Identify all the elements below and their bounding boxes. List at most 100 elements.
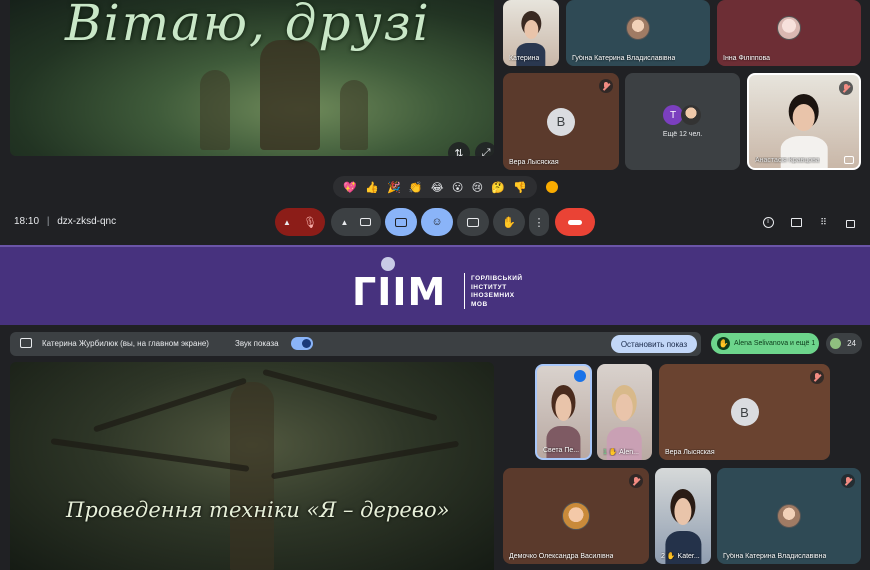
avatar bbox=[562, 502, 590, 530]
hand-count: 1 bbox=[603, 449, 607, 456]
participant-name: 2 ✋ Kater... bbox=[661, 552, 700, 560]
participant-name: Губіна Катерина Владиславівна bbox=[572, 55, 676, 62]
activities-icon[interactable]: ⠿ bbox=[815, 214, 831, 230]
chevron-up-icon[interactable]: ▲ bbox=[341, 218, 349, 227]
fullscreen-icon[interactable]: ⤢ bbox=[475, 142, 494, 156]
participant-tile[interactable]: В Вера Лысяская bbox=[659, 364, 830, 460]
more-vert-icon: ⋮ bbox=[533, 216, 545, 229]
tree-branch bbox=[270, 440, 460, 480]
participant-tile[interactable]: 1 ✋ Alen... bbox=[597, 364, 652, 460]
presenting-label: Катерина Журбилюк (вы, на главном экране… bbox=[42, 339, 209, 348]
stop-sharing-button[interactable]: Остановить показ bbox=[611, 335, 697, 353]
participant-tile[interactable]: Демочко Олександра Василівна bbox=[503, 468, 649, 564]
mic-off-icon bbox=[841, 474, 855, 488]
institute-name-line: ІНОЗЕМНИХ bbox=[471, 292, 515, 299]
info-icon[interactable]: i bbox=[760, 214, 776, 230]
raise-hand-button[interactable]: ✋ bbox=[493, 208, 525, 236]
mic-off-icon bbox=[810, 370, 824, 384]
participant-name: Інна Філіппова bbox=[723, 55, 771, 62]
party-reaction[interactable]: 🎉 bbox=[387, 181, 401, 194]
participant-name-text: Kater... bbox=[677, 553, 700, 560]
tree-trunk bbox=[230, 382, 274, 570]
surprised-reaction[interactable]: 😮 bbox=[452, 181, 463, 194]
tree-trunk bbox=[260, 40, 320, 150]
participant-name: Демочко Олександра Василівна bbox=[509, 553, 614, 560]
participant-tile[interactable]: В Вера Лысяская bbox=[503, 73, 619, 170]
avatar: T bbox=[663, 105, 683, 125]
more-options-button[interactable]: ⋮ bbox=[529, 208, 549, 236]
reactions-bar: 💖 👍 🎉 👏 😂 😮 😢 🤔 👎 bbox=[333, 176, 537, 198]
mic-toggle-button[interactable]: ▲ 🎙 bbox=[275, 208, 325, 236]
logo-divider bbox=[464, 273, 465, 309]
avatar bbox=[777, 504, 801, 528]
screen-icon bbox=[844, 156, 854, 164]
participant-count: 24 bbox=[847, 339, 856, 348]
thinking-reaction[interactable]: 🤔 bbox=[491, 181, 505, 194]
tree-branch bbox=[50, 438, 250, 472]
avatar bbox=[626, 15, 650, 40]
participant-tile[interactable]: Губіна Катерина Владиславівна bbox=[566, 0, 710, 66]
presentation-slide-top: Вітаю, друзі ⇅ ⤢ bbox=[10, 0, 494, 156]
participant-name: Катерина bbox=[509, 55, 540, 62]
heart-reaction[interactable]: 💖 bbox=[343, 181, 357, 194]
thumbs-up-reaction[interactable]: 👍 bbox=[365, 181, 379, 194]
institute-name: ГОРЛІВСЬКИЙ ІНСТИТУТ ІНОЗЕМНИХ МОВ bbox=[471, 275, 523, 309]
globe-icon bbox=[381, 257, 395, 271]
participant-tile[interactable]: Света Пе... bbox=[535, 364, 592, 460]
participant-name: Вера Лысяская bbox=[665, 449, 715, 456]
institute-name-line: ІНСТИТУТ bbox=[471, 283, 507, 291]
avatar: В bbox=[730, 398, 759, 426]
participant-name: Анастасія Кравцова bbox=[755, 157, 820, 164]
participant-name: Губіна Катерина Владиславівна bbox=[723, 553, 827, 560]
sad-reaction[interactable]: 😢 bbox=[472, 181, 483, 194]
participant-tile[interactable]: Анастасія Кравцова bbox=[747, 73, 861, 170]
hand-count: 2 bbox=[661, 553, 665, 560]
mic-off-icon bbox=[839, 81, 853, 95]
hand-icon: ✋ bbox=[608, 449, 618, 456]
reactions-button[interactable]: ☺ bbox=[421, 208, 453, 236]
participant-tile[interactable]: 2 ✋ Kater... bbox=[655, 468, 711, 564]
participant-tile[interactable]: Інна Філіппова bbox=[717, 0, 861, 66]
host-controls-icon[interactable] bbox=[842, 214, 858, 230]
participant-tile[interactable]: Губіна Катерина Владиславівна bbox=[717, 468, 861, 564]
tree-trunk bbox=[340, 80, 368, 150]
share-sound-toggle[interactable] bbox=[291, 337, 313, 350]
skin-tone-picker[interactable] bbox=[546, 181, 558, 193]
hand-icon: ✋ bbox=[502, 216, 516, 229]
more-participants-tile[interactable]: T Ещё 12 чел. bbox=[625, 73, 740, 170]
avatar bbox=[681, 105, 701, 125]
meeting-info: 18:10 | dzx-zksd-qnc bbox=[14, 216, 117, 227]
participant-name: Вера Лысяская bbox=[509, 159, 559, 166]
raised-hands-label: Alena Selivanova и ещё 1 bbox=[734, 340, 816, 347]
avatar: В bbox=[547, 107, 575, 136]
pin-icon[interactable]: ⇅ bbox=[448, 142, 470, 156]
camera-icon bbox=[360, 218, 372, 226]
presentation-slide-bottom: Проведення техніки «Я – дерево» bbox=[10, 362, 494, 570]
institute-name-line: ГОРЛІВСЬКИЙ bbox=[471, 275, 523, 282]
participants-button[interactable]: 24 bbox=[826, 333, 862, 354]
institute-name-line: МОВ bbox=[471, 300, 488, 308]
leave-call-button[interactable] bbox=[555, 208, 595, 236]
camera-toggle-button[interactable]: ▲ bbox=[331, 208, 381, 236]
clock-time: 18:10 bbox=[14, 216, 40, 227]
present-screen-button[interactable] bbox=[385, 208, 417, 236]
share-sound-label: Звук показа bbox=[235, 339, 279, 348]
raised-hands-chip[interactable]: ✋ Alena Selivanova и ещё 1 bbox=[711, 333, 819, 354]
participant-tile[interactable]: Катерина bbox=[503, 0, 559, 66]
institute-logo: ГІІМ bbox=[352, 270, 447, 314]
captions-button[interactable] bbox=[457, 208, 489, 236]
hand-icon: ✋ bbox=[666, 553, 676, 560]
hang-up-icon bbox=[568, 219, 582, 225]
chevron-up-icon[interactable]: ▲ bbox=[283, 218, 291, 227]
avatar bbox=[777, 15, 801, 40]
mic-off-icon bbox=[629, 474, 643, 488]
chat-icon[interactable] bbox=[788, 214, 804, 230]
speaking-indicator bbox=[574, 370, 586, 382]
thumbs-down-reaction[interactable]: 👎 bbox=[513, 181, 527, 194]
mic-off-icon: 🎙 bbox=[302, 216, 317, 229]
slide-title: Вітаю, друзі bbox=[65, 0, 431, 52]
tree-branch bbox=[262, 368, 438, 422]
clap-reaction[interactable]: 👏 bbox=[409, 181, 423, 194]
laugh-reaction[interactable]: 😂 bbox=[431, 181, 444, 194]
participant-name: Света Пе... bbox=[543, 447, 580, 454]
